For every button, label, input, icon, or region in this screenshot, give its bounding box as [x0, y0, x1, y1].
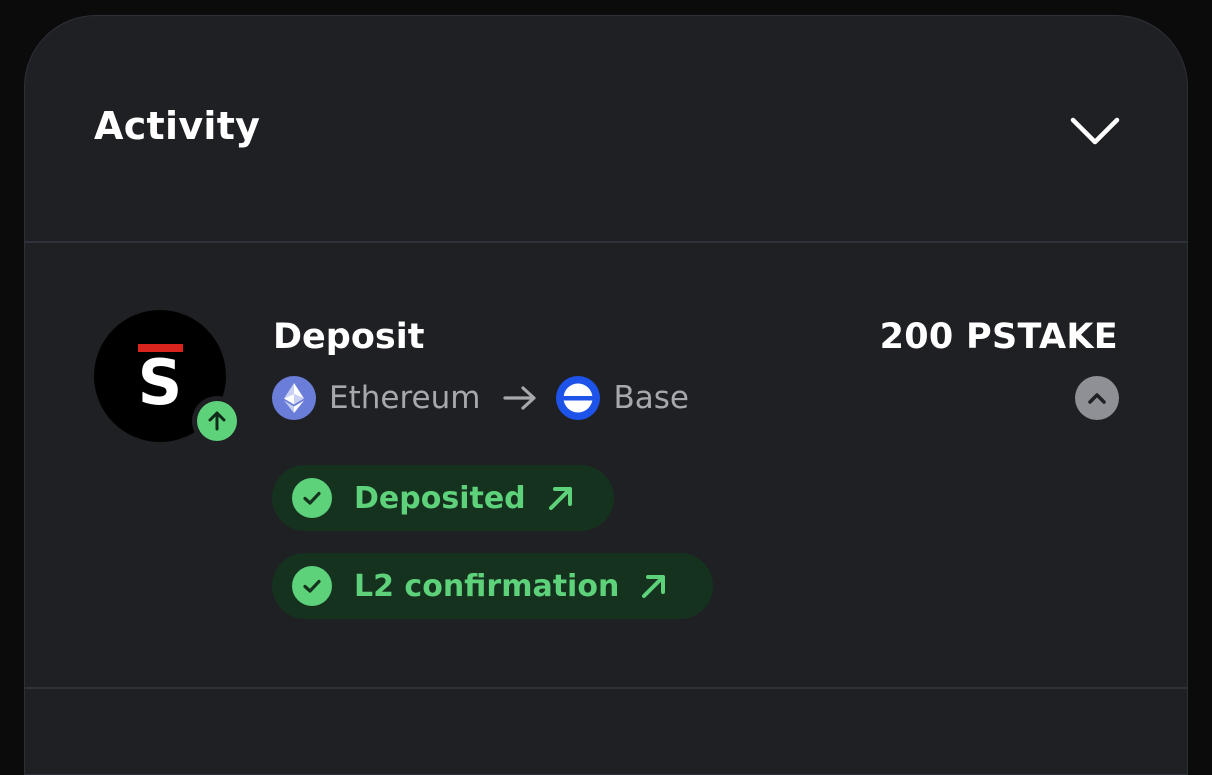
transaction-amount: 200 PSTAKE	[879, 317, 1118, 357]
chevron-up-icon	[1088, 393, 1106, 404]
check-circle-icon	[292, 566, 332, 606]
chevron-down-icon	[1070, 117, 1120, 145]
collapse-button[interactable]	[1067, 109, 1123, 153]
arrow-up-icon	[208, 411, 226, 431]
arrow-right-icon	[503, 385, 537, 411]
activity-header: Activity	[25, 16, 1187, 242]
direction-badge	[192, 396, 242, 446]
panel-title: Activity	[94, 104, 261, 148]
chain-route: Ethereum Base	[272, 376, 689, 420]
header-divider	[25, 241, 1187, 243]
status-label: L2 confirmation	[354, 568, 620, 604]
destination-chain-label: Base	[613, 380, 689, 416]
row-divider	[25, 687, 1187, 689]
external-arrow-icon	[546, 483, 576, 513]
base-chain-icon	[556, 376, 601, 420]
status-label: Deposited	[354, 480, 526, 516]
check-circle-icon	[292, 478, 332, 518]
external-arrow-icon	[639, 571, 669, 601]
ethereum-icon	[272, 376, 316, 420]
transaction-type: Deposit	[273, 317, 425, 357]
details-toggle-button[interactable]	[1075, 376, 1119, 420]
status-deposited-link[interactable]: Deposited	[272, 465, 614, 531]
source-chain-label: Ethereum	[329, 380, 481, 416]
status-l2-confirmation-link[interactable]: L2 confirmation	[272, 553, 713, 619]
activity-panel: Activity S Deposit 200 PSTAKE Ethereum B…	[24, 15, 1188, 775]
